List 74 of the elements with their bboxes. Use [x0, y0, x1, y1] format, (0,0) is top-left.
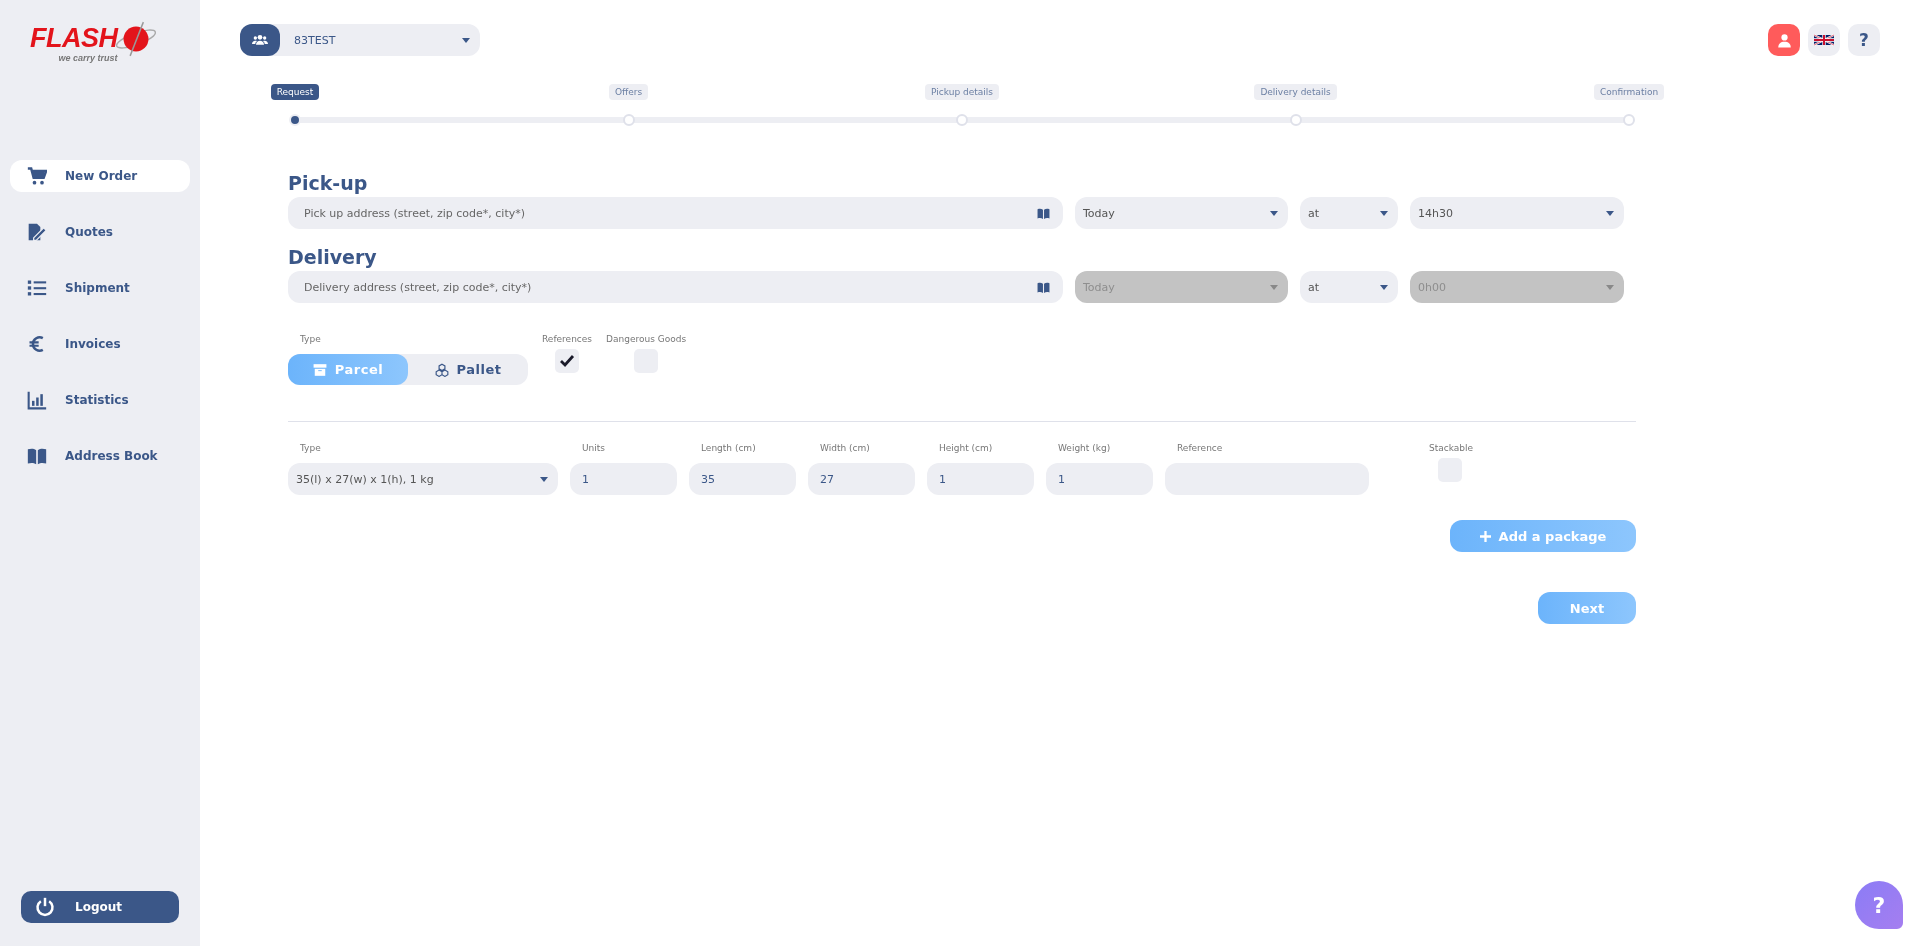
field-label: Reference [1176, 442, 1224, 454]
field-label: Dangerous Goods [606, 333, 687, 345]
caret-icon [1270, 210, 1278, 216]
caret-icon [1270, 284, 1278, 290]
field-label: Weight (kg) [1057, 442, 1112, 454]
section-heading: Delivery [288, 245, 378, 269]
power-icon [35, 897, 55, 917]
time-mode-dropdown[interactable]: at [1300, 271, 1398, 303]
field-label: Type [299, 442, 322, 454]
nav-item[interactable]: New Order [10, 160, 190, 192]
plus-icon [1479, 530, 1491, 542]
user-button[interactable] [1768, 24, 1800, 56]
document-pen-icon [27, 222, 47, 242]
address-field[interactable]: Delivery address (street, zip code*, city*) [288, 271, 1063, 303]
nav-item[interactable]: Address Book [10, 440, 190, 472]
section-heading: Pick-up [288, 171, 369, 195]
field-label: Height (cm) [938, 442, 994, 454]
time-mode-dropdown[interactable]: at [1300, 197, 1398, 229]
address-field[interactable]: Pick up address (street, zip code*, city*) [288, 197, 1063, 229]
step-dot [1623, 114, 1635, 126]
help-chat-button[interactable]: ? [1855, 881, 1903, 929]
input-field[interactable]: 1 [570, 463, 677, 495]
field-label: Units [581, 442, 606, 454]
nav-item[interactable]: Quotes [10, 216, 190, 248]
logo-wordmark: FLASH [30, 24, 118, 52]
cart-icon [27, 166, 47, 186]
step-label: Confirmation [1593, 84, 1665, 100]
input-field[interactable]: 35 [689, 463, 796, 495]
input-field[interactable]: 1 [927, 463, 1034, 495]
flag-icon [1814, 34, 1834, 46]
box-icon [312, 362, 327, 377]
logout-button[interactable]: Logout [21, 891, 179, 923]
input-field[interactable]: 1 [1046, 463, 1153, 495]
bar-chart-icon [27, 390, 47, 410]
list-icon [27, 278, 47, 298]
type-option[interactable]: Pallet [408, 354, 528, 385]
step-dot [622, 114, 635, 126]
caret-icon [540, 476, 548, 482]
caret-icon [1606, 210, 1614, 216]
caret-icon [1606, 284, 1614, 290]
book-icon [27, 446, 47, 466]
book-icon [1036, 281, 1051, 294]
user-icon [1776, 32, 1792, 48]
caret-icon [1380, 210, 1388, 216]
help-button[interactable]: ? [1848, 24, 1880, 56]
field-label: References [542, 333, 592, 345]
users-icon [251, 32, 269, 48]
nav-item[interactable]: Statistics [10, 384, 190, 416]
language-button[interactable] [1808, 24, 1840, 56]
step-dot [1289, 114, 1302, 126]
field-label: Length (cm) [700, 442, 757, 454]
step-label: Offers [608, 84, 649, 100]
step-label: Delivery details [1254, 84, 1337, 100]
field-label: Width (cm) [819, 442, 871, 454]
check-icon [559, 353, 575, 369]
book-icon [1036, 207, 1051, 220]
step-label: Pickup details [925, 84, 999, 100]
date-dropdown[interactable]: Today [1075, 197, 1288, 229]
account-selector[interactable]: 83TEST [240, 24, 480, 56]
package-type-dropdown[interactable]: 35(l) x 27(w) x 1(h), 1 kg [288, 463, 558, 495]
step-dot [289, 114, 301, 126]
checkbox[interactable] [555, 349, 579, 373]
field-label: Stackable [1429, 442, 1474, 454]
cubes-icon [434, 362, 449, 377]
nav-item[interactable]: Invoices [10, 328, 190, 360]
time-dropdown[interactable]: 14h30 [1410, 197, 1624, 229]
caret-icon [1380, 284, 1388, 290]
step-label: Request [270, 84, 320, 100]
field-label: Type [299, 333, 322, 345]
step-dot [956, 114, 968, 126]
nav-item[interactable]: Shipment [10, 272, 190, 304]
caret-icon [462, 37, 470, 43]
logo-tagline: we carry trust [58, 52, 118, 64]
input-field[interactable]: 27 [808, 463, 915, 495]
